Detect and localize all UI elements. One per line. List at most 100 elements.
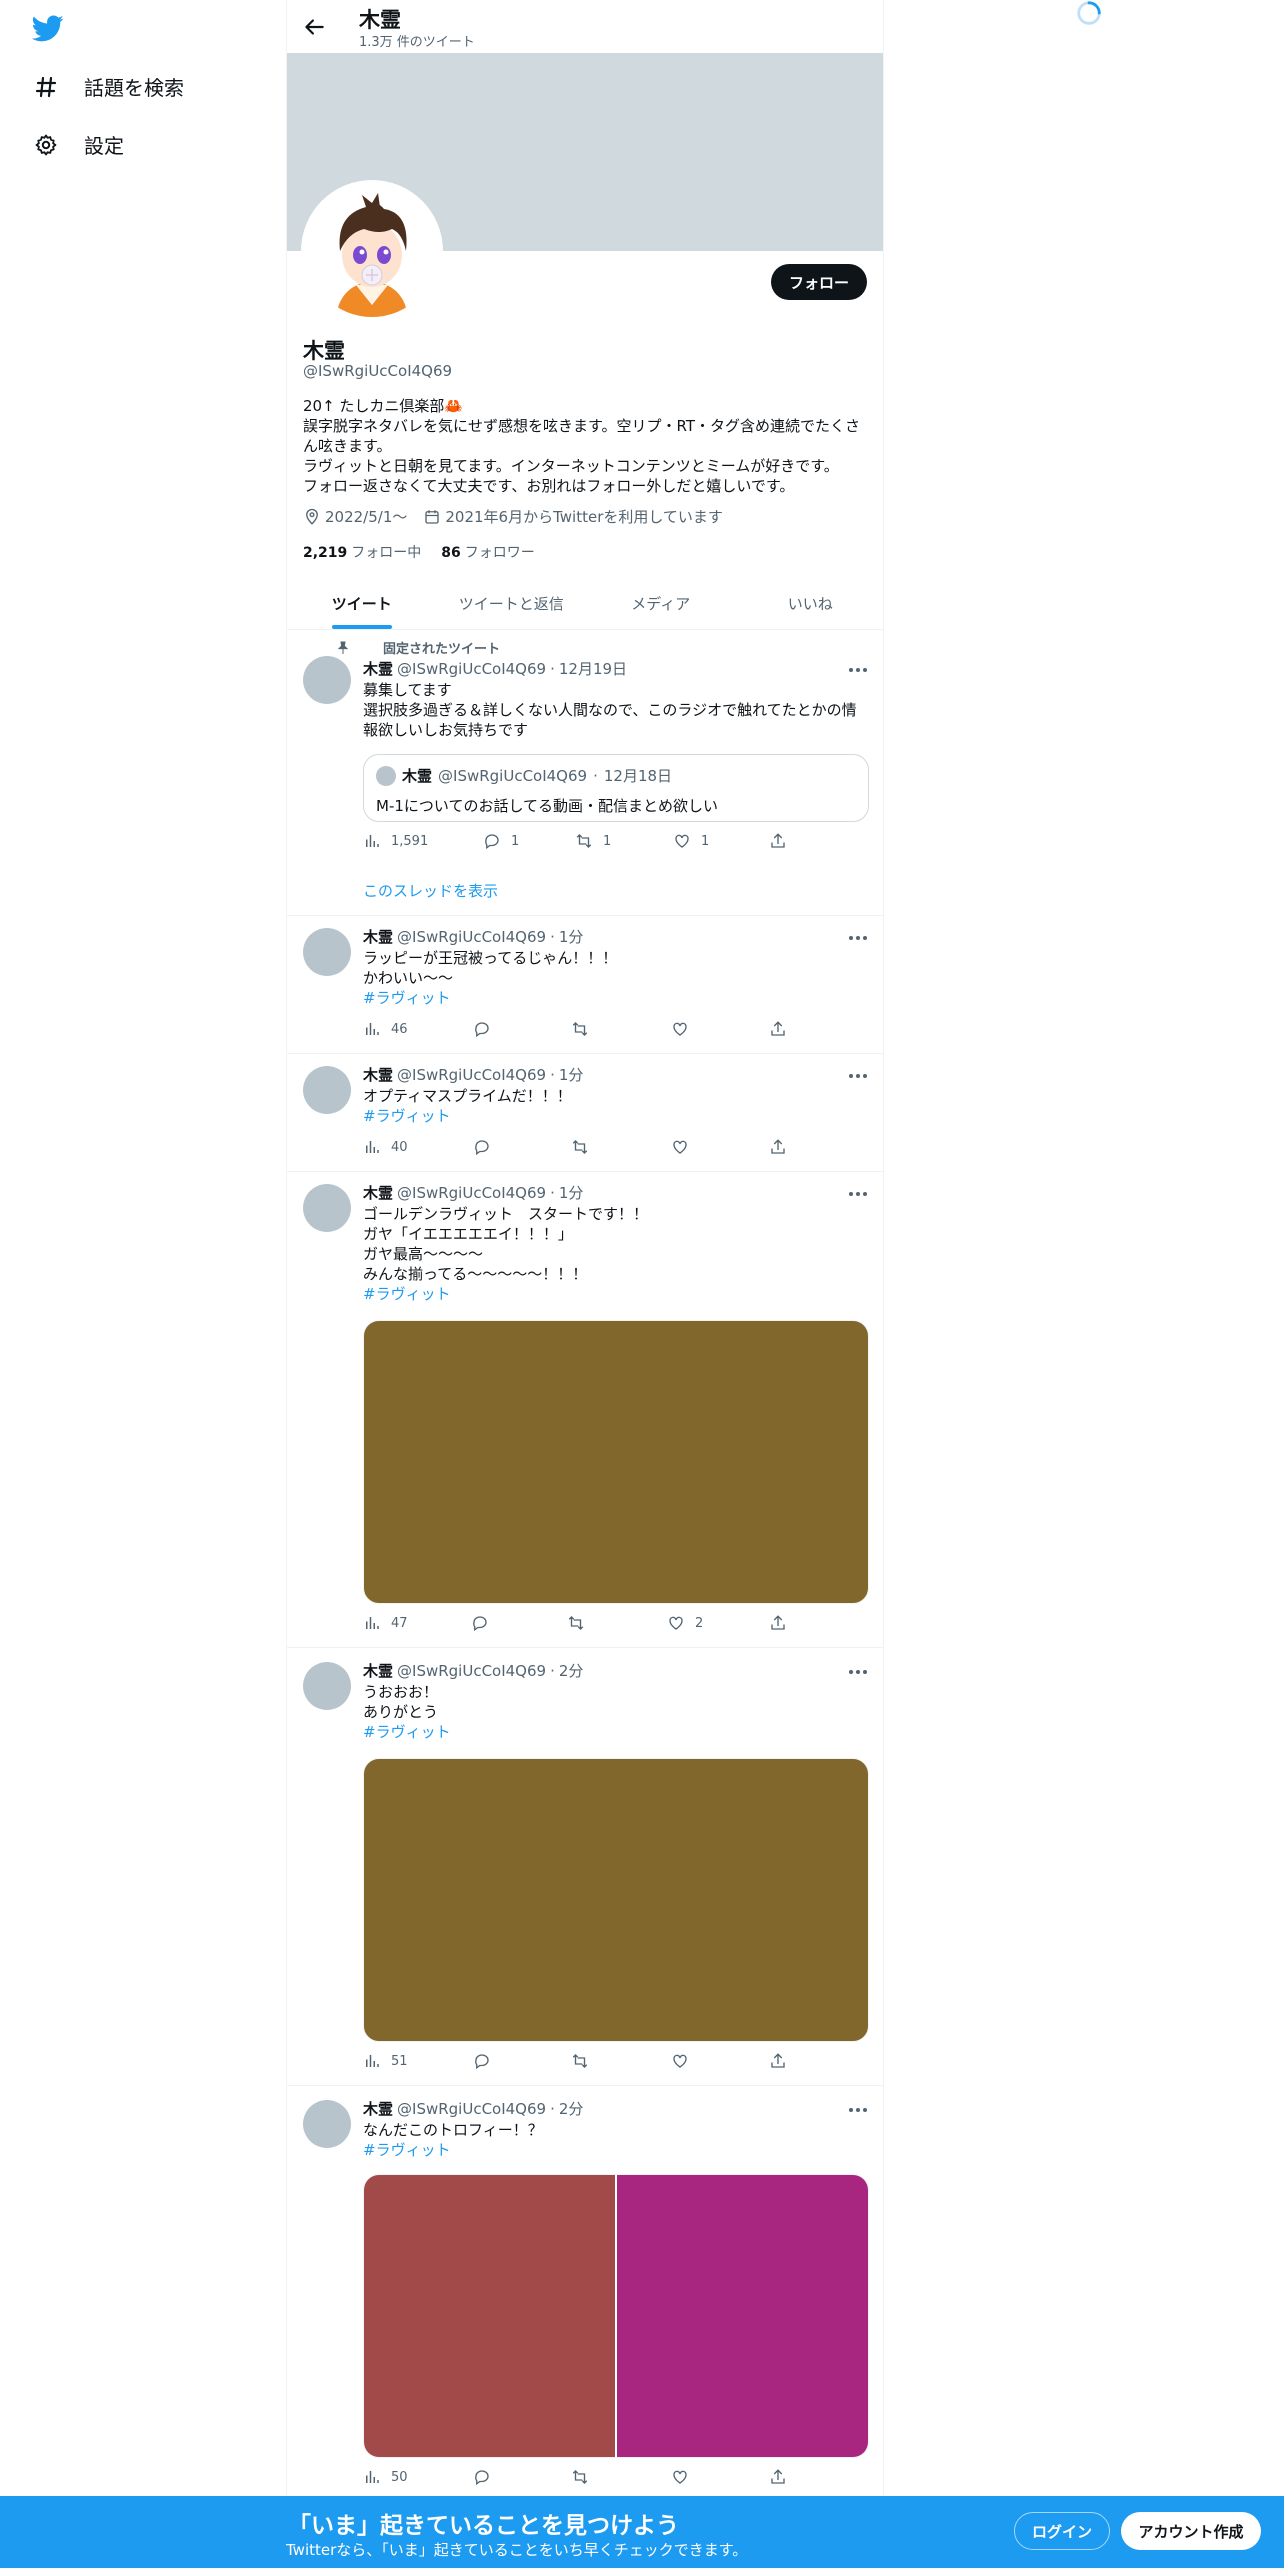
tweet-time[interactable]: 12月19日 xyxy=(559,658,627,679)
views-button[interactable]: 1,591 xyxy=(363,832,428,850)
more-icon[interactable] xyxy=(847,930,869,946)
share-button[interactable] xyxy=(769,1138,787,1156)
tweet[interactable]: 木霊 @ISwRgiUcCoI4Q69 · 2分 うおおお！ ありがとう #ラヴ… xyxy=(287,1648,883,2086)
tweet-author-handle[interactable]: @ISwRgiUcCoI4Q69 xyxy=(397,1662,546,1680)
tweet-line: なんだこのトロフィー！？ xyxy=(363,2121,543,2139)
share-button[interactable] xyxy=(769,832,787,850)
tweet[interactable]: 木霊 @ISwRgiUcCoI4Q69 · 1分 ゴールデンラヴィット スタート… xyxy=(287,1172,883,1648)
tweet-author-handle[interactable]: @ISwRgiUcCoI4Q69 xyxy=(397,928,546,946)
hashtag-link[interactable]: #ラヴィット xyxy=(363,2140,869,2160)
tweet-author-name[interactable]: 木霊 xyxy=(363,658,393,679)
tweet-author-handle[interactable]: @ISwRgiUcCoI4Q69 xyxy=(397,2100,546,2118)
analytics-icon xyxy=(366,1023,379,1035)
tweet-author-name[interactable]: 木霊 xyxy=(363,926,393,947)
reply-button[interactable] xyxy=(473,1138,491,1156)
reply-button[interactable] xyxy=(473,2052,491,2070)
tweet-media-image[interactable] xyxy=(617,2175,868,2457)
hashtag-link[interactable]: #ラヴィット xyxy=(363,988,869,1008)
tweet-author-name[interactable]: 木霊 xyxy=(363,1182,393,1203)
share-button[interactable] xyxy=(769,1614,787,1632)
retweet-button[interactable] xyxy=(571,2052,589,2070)
tweet-media-image[interactable] xyxy=(363,1758,869,2042)
follow-button[interactable]: フォロー xyxy=(770,264,867,300)
share-button[interactable] xyxy=(769,1020,787,1038)
show-thread-link[interactable]: このスレッドを表示 xyxy=(363,880,498,901)
like-button[interactable]: 2 xyxy=(667,1614,703,1632)
tweet[interactable]: 木霊 @ISwRgiUcCoI4Q69 · 1分 ラッピーが王冠被ってるじゃん！… xyxy=(287,916,883,1054)
views-button[interactable]: 51 xyxy=(363,2052,408,2070)
share-icon xyxy=(771,2469,785,2484)
create-account-button[interactable]: アカウント作成 xyxy=(1121,2512,1261,2550)
reply-button[interactable] xyxy=(473,1020,491,1038)
hashtag-link[interactable]: #ラヴィット xyxy=(363,1722,869,1742)
profile-avatar[interactable] xyxy=(301,180,443,322)
views-button[interactable]: 50 xyxy=(363,2468,408,2486)
nav-settings[interactable]: 設定 xyxy=(32,130,124,159)
like-button[interactable]: 1 xyxy=(673,832,709,850)
retweet-button[interactable] xyxy=(567,1614,585,1632)
tab-tweets-and-replies[interactable]: ツイートと返信 xyxy=(437,577,587,629)
bio-line: フォロー返さなくて大丈夫です、お別れはフォロー外しだと嬉しいです。 xyxy=(303,477,795,495)
heart-icon xyxy=(675,834,689,848)
tab-likes[interactable]: いいね xyxy=(736,577,884,629)
tab-media[interactable]: メディア xyxy=(586,577,736,629)
views-button[interactable]: 46 xyxy=(363,1020,408,1038)
more-icon[interactable] xyxy=(847,2102,869,2118)
like-button[interactable] xyxy=(671,2468,689,2486)
retweet-button[interactable]: 1 xyxy=(575,832,611,850)
retweet-button[interactable] xyxy=(571,1020,589,1038)
tweet-time[interactable]: 1分 xyxy=(559,1182,584,1203)
tweet-author-name[interactable]: 木霊 xyxy=(363,1660,393,1681)
tweet-avatar[interactable] xyxy=(303,1184,351,1232)
more-icon[interactable] xyxy=(847,1664,869,1680)
bio-line: ラヴィットと日朝を見てます。インターネットコンテンツとミームが好きです。 xyxy=(303,457,839,475)
tweet-time[interactable]: 2分 xyxy=(559,1660,584,1681)
tweet[interactable]: 木霊 @ISwRgiUcCoI4Q69 · 2分 なんだこのトロフィー！？ #ラ… xyxy=(287,2086,883,2496)
tweet[interactable]: 木霊 @ISwRgiUcCoI4Q69 · 1分 オプティマスプライムだ！！！ … xyxy=(287,1054,883,1172)
following-link[interactable]: 2,219 フォロー中 xyxy=(303,542,421,562)
login-button[interactable]: ログイン xyxy=(1014,2512,1110,2550)
tweet-time[interactable]: 1分 xyxy=(559,1064,584,1085)
tweet-avatar[interactable] xyxy=(303,1066,351,1114)
views-button[interactable]: 47 xyxy=(363,1614,408,1632)
tweet-avatar[interactable] xyxy=(303,928,351,976)
retweet-button[interactable] xyxy=(571,2468,589,2486)
tweet-author-name[interactable]: 木霊 xyxy=(363,1064,393,1085)
followers-link[interactable]: 86 フォロワー xyxy=(441,542,534,562)
tweet-author-handle[interactable]: @ISwRgiUcCoI4Q69 xyxy=(397,1184,546,1202)
share-button[interactable] xyxy=(769,2468,787,2486)
tweet-media-image[interactable] xyxy=(363,1320,869,1604)
more-icon[interactable] xyxy=(847,1186,869,1202)
twitter-bird-icon[interactable] xyxy=(30,12,66,44)
nav-explore[interactable]: 話題を検索 xyxy=(32,72,184,101)
like-button[interactable] xyxy=(671,1138,689,1156)
more-icon[interactable] xyxy=(847,1068,869,1084)
tweet-header: 木霊 @ISwRgiUcCoI4Q69 · 1分 xyxy=(363,1182,583,1203)
reply-button[interactable] xyxy=(473,2468,491,2486)
back-arrow-icon[interactable] xyxy=(301,14,327,40)
separator-dot: · xyxy=(550,1183,555,1202)
more-icon[interactable] xyxy=(847,662,869,678)
views-button[interactable]: 40 xyxy=(363,1138,408,1156)
reply-button[interactable] xyxy=(471,1614,489,1632)
tweet-time[interactable]: 2分 xyxy=(559,2098,584,2119)
tweet-avatar[interactable] xyxy=(303,656,351,704)
tweet-time[interactable]: 1分 xyxy=(559,926,584,947)
tweet-author-handle[interactable]: @ISwRgiUcCoI4Q69 xyxy=(397,1066,546,1084)
like-button[interactable] xyxy=(671,2052,689,2070)
retweet-button[interactable] xyxy=(571,1138,589,1156)
like-count: 2 xyxy=(695,1615,704,1631)
tweet-avatar[interactable] xyxy=(303,1662,351,1710)
quoted-tweet[interactable]: 木霊 @ISwRgiUcCoI4Q69 · 12月18日 M-1についてのお話し… xyxy=(363,754,869,822)
hashtag-link[interactable]: #ラヴィット xyxy=(363,1106,869,1126)
tweet-avatar[interactable] xyxy=(303,2100,351,2148)
tab-tweets[interactable]: ツイート xyxy=(287,577,437,629)
tweet-media-image[interactable] xyxy=(364,2175,615,2457)
share-button[interactable] xyxy=(769,2052,787,2070)
tweet[interactable]: 固定されたツイート 木霊 @ISwRgiUcCoI4Q69 · 12月19日 募… xyxy=(287,630,883,916)
hashtag-link[interactable]: #ラヴィット xyxy=(363,1284,869,1304)
reply-button[interactable]: 1 xyxy=(483,832,519,850)
tweet-author-handle[interactable]: @ISwRgiUcCoI4Q69 xyxy=(397,660,546,678)
like-button[interactable] xyxy=(671,1020,689,1038)
tweet-author-name[interactable]: 木霊 xyxy=(363,2098,393,2119)
